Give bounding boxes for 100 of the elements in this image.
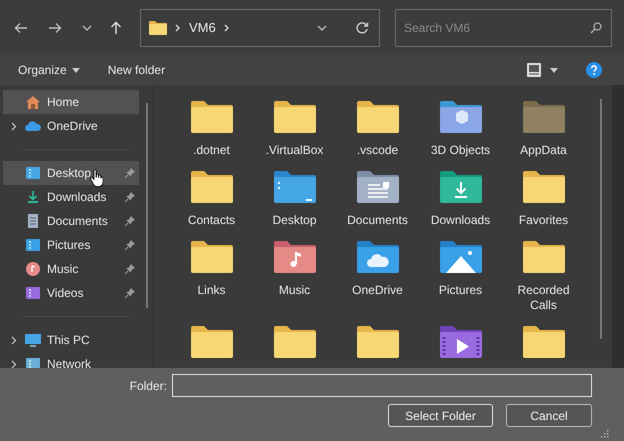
folder-item[interactable]: Downloads (419, 170, 502, 240)
folder-icon (149, 20, 167, 35)
pin-icon (125, 264, 135, 274)
nav-item[interactable]: Pictures (3, 233, 139, 257)
search-field[interactable]: Search VM6 (395, 8, 612, 46)
folder-icon (522, 100, 564, 133)
nav-item[interactable]: Desktop (3, 161, 139, 185)
folder-icon (190, 325, 232, 358)
folder-label: .vscode (356, 143, 400, 158)
refresh-icon[interactable] (355, 20, 369, 34)
folder-item[interactable]: .VirtualBox (253, 100, 336, 170)
folder-label: Music (278, 283, 312, 298)
scrollbar[interactable] (146, 103, 148, 308)
folder-item[interactable]: Music (253, 240, 336, 310)
nav-item[interactable]: Documents (3, 209, 139, 233)
cancel-button[interactable]: Cancel (506, 404, 592, 427)
folder-item[interactable]: OneDrive (336, 240, 419, 310)
view-icon[interactable] (526, 62, 542, 78)
folder-item[interactable]: Desktop (253, 170, 336, 240)
folder-icon (522, 170, 564, 203)
dropdown-icon[interactable] (550, 68, 558, 72)
pin-icon (125, 240, 135, 250)
music-folder-icon (274, 240, 316, 273)
folder-label: Links (196, 283, 226, 298)
folder-label: Downloads (430, 213, 492, 228)
forward-icon[interactable] (48, 22, 62, 34)
nav-label: Pictures (47, 238, 90, 252)
nav-item[interactable]: Network (3, 352, 139, 368)
folder-item[interactable]: .dotnet (170, 100, 253, 170)
nav-label: Network (47, 357, 92, 368)
expand-icon[interactable] (11, 336, 17, 344)
pin-icon (125, 192, 135, 202)
folder-field-label: Folder: (130, 378, 167, 392)
folder-item[interactable]: Contacts (170, 170, 253, 240)
folder-label: Favorites (518, 213, 570, 228)
folder-label: Recorded Calls (516, 283, 571, 313)
folder-item[interactable]: .vscode (336, 100, 419, 170)
nav-label: Documents (47, 214, 108, 228)
expand-icon[interactable] (11, 122, 17, 130)
folder-label: Documents (346, 213, 409, 228)
organize-button[interactable]: Organize (12, 59, 86, 81)
folder-item[interactable]: Recorded Calls (502, 240, 585, 325)
objects3d-folder-icon (440, 100, 482, 133)
breadcrumb[interactable]: VM6 (189, 20, 216, 35)
folder-icon (356, 325, 398, 358)
resize-grip-icon[interactable] (601, 430, 609, 438)
folder-icon (356, 100, 398, 133)
folder-label: 3D Objects (430, 143, 492, 158)
desktop-folder-icon (274, 170, 316, 203)
nav-item[interactable]: Videos (3, 281, 139, 305)
desktop-icon (25, 166, 41, 180)
nav-label: Videos (47, 286, 84, 300)
music-icon (25, 262, 41, 276)
expand-icon[interactable] (11, 360, 17, 368)
nav-label: Home (47, 95, 80, 109)
documents-icon (25, 214, 41, 228)
nav-item[interactable]: OneDrive (3, 114, 139, 138)
folder-icon (190, 170, 232, 203)
nav-label: Desktop (47, 166, 92, 180)
folder-input-field[interactable] (172, 374, 592, 397)
hand-cursor-icon (90, 169, 103, 187)
nav-label: OneDrive (47, 119, 98, 133)
select-folder-button[interactable]: Select Folder (388, 404, 493, 427)
back-icon[interactable] (14, 22, 28, 34)
nav-label: Music (47, 262, 78, 276)
caret-icon (72, 68, 80, 72)
folder-item[interactable]: 3D Objects (419, 100, 502, 170)
folder-item[interactable]: Pictures (419, 240, 502, 310)
folder-item[interactable]: Links (170, 240, 253, 310)
folder-icon (274, 100, 316, 133)
folder-label: .dotnet (192, 143, 231, 158)
onedrive-folder-icon (356, 240, 398, 273)
downloads-icon (25, 190, 41, 204)
folder-label: Pictures (438, 283, 484, 298)
nav-item[interactable]: Home (3, 90, 139, 114)
nav-item[interactable]: Downloads (3, 185, 139, 209)
nav-label: Downloads (47, 190, 106, 204)
scrollbar[interactable] (600, 99, 602, 339)
dropdown-icon[interactable] (317, 24, 327, 30)
chevron-down-icon[interactable] (82, 24, 92, 30)
nav-item[interactable]: This PC (3, 328, 139, 352)
folder-label: Desktop (271, 213, 318, 228)
pictures-folder-icon (440, 240, 482, 273)
folder-label: .VirtualBox (264, 143, 324, 158)
new-folder-button[interactable]: New folder (102, 59, 172, 81)
address-bar[interactable]: VM6 (140, 8, 380, 46)
up-icon[interactable] (110, 20, 122, 34)
pc-icon (25, 333, 41, 347)
folder-item[interactable]: Favorites (502, 170, 585, 240)
folder-icon (522, 325, 564, 358)
help-icon[interactable] (586, 62, 602, 78)
nav-item[interactable]: Music (3, 257, 139, 281)
folder-icon (190, 100, 232, 133)
search-icon (590, 22, 602, 34)
nav-label: This PC (47, 333, 90, 347)
folder-item[interactable]: AppData (502, 100, 585, 170)
folder-icon (274, 325, 316, 358)
pin-icon (125, 216, 135, 226)
folder-label: Contacts (186, 213, 236, 228)
folder-item[interactable]: Documents (336, 170, 419, 240)
